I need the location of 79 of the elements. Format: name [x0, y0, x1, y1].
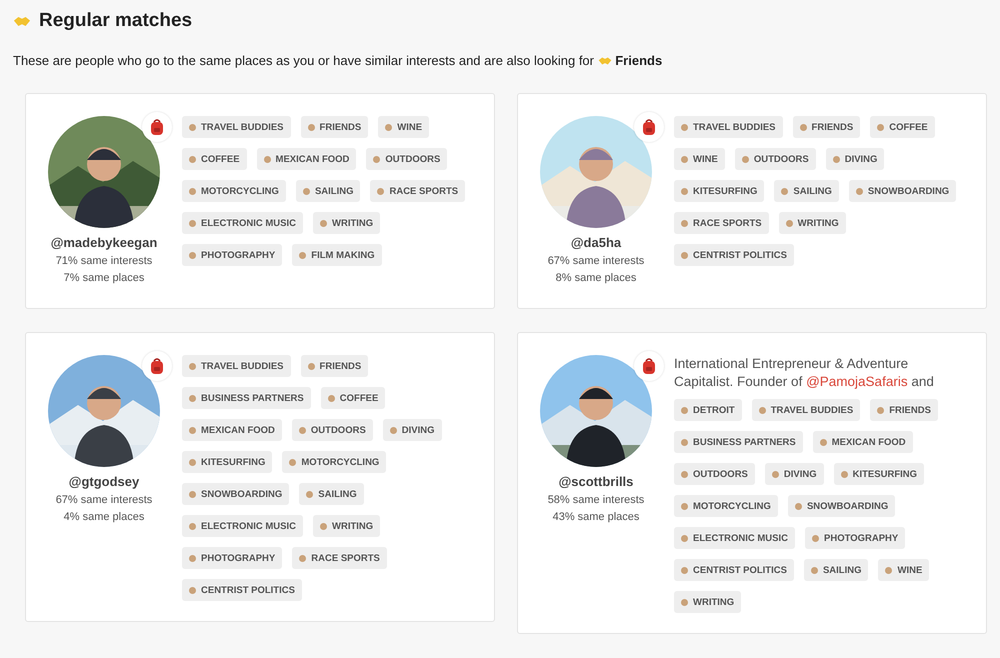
- interest-tag[interactable]: DETROIT: [674, 399, 742, 421]
- backpack-icon: [142, 351, 172, 381]
- username[interactable]: @madebykeegan: [50, 235, 158, 250]
- backpack-icon: [634, 112, 664, 142]
- interest-tag[interactable]: MEXICAN FOOD: [812, 431, 913, 453]
- interest-tag[interactable]: COFFEE: [320, 387, 386, 409]
- interest-tag[interactable]: COFFEE: [870, 116, 935, 138]
- interest-tag[interactable]: DIVING: [826, 148, 884, 170]
- profile-link[interactable]: @PamojaSafaris: [806, 374, 908, 389]
- backpack-icon: [634, 351, 664, 381]
- interest-tag[interactable]: ELECTRONIC MUSIC: [182, 515, 303, 537]
- interest-tag[interactable]: SNOWBOARDING: [788, 495, 896, 517]
- interest-tag[interactable]: CENTRIST POLITICS: [674, 244, 794, 266]
- interest-tag[interactable]: WINE: [674, 148, 725, 170]
- interest-tag[interactable]: SNOWBOARDING: [182, 483, 290, 505]
- interest-tag[interactable]: COFFEE: [182, 148, 247, 170]
- interest-tag[interactable]: FRIENDS: [300, 116, 368, 138]
- username[interactable]: @da5ha: [570, 235, 622, 250]
- places-stat: 8% same places: [556, 272, 636, 284]
- interest-tag[interactable]: RACE SPORTS: [292, 547, 387, 569]
- interest-tag[interactable]: RACE SPORTS: [674, 212, 769, 234]
- interest-tag[interactable]: MOTORCYCLING: [182, 180, 286, 202]
- interest-tag[interactable]: MEXICAN FOOD: [256, 148, 356, 170]
- interest-tag[interactable]: DIVING: [382, 419, 442, 441]
- interest-tag[interactable]: ELECTRONIC MUSIC: [182, 212, 303, 234]
- interest-tag[interactable]: WINE: [378, 116, 430, 138]
- interest-tag[interactable]: RACE SPORTS: [370, 180, 466, 202]
- interests-stat: 67% same interests: [548, 255, 644, 267]
- interest-tag[interactable]: OUTDOORS: [366, 148, 448, 170]
- username[interactable]: @gtgodsey: [68, 474, 140, 489]
- section-description: These are people who go to the same places as you or have similar interests and are also looking for Friends: [13, 53, 664, 68]
- interest-tag[interactable]: TRAVEL BUDDIES: [674, 116, 783, 138]
- interest-tag[interactable]: FRIENDS: [792, 116, 860, 138]
- backpack-icon: [142, 112, 172, 142]
- places-stat: 43% same places: [552, 511, 640, 523]
- interest-tag[interactable]: KITESURFING: [674, 180, 764, 202]
- interests-stat: 71% same interests: [56, 255, 152, 267]
- interest-tag[interactable]: TRAVEL BUDDIES: [752, 399, 860, 421]
- interest-tag[interactable]: OUTDOORS: [674, 463, 755, 485]
- interest-tag[interactable]: PHOTOGRAPHY: [805, 527, 906, 549]
- section-title: Regular matches: [39, 10, 192, 32]
- interest-tag[interactable]: MEXICAN FOOD: [182, 419, 282, 441]
- interest-tag[interactable]: BUSINESS PARTNERS: [182, 387, 311, 409]
- interest-tag[interactable]: BUSINESS PARTNERS: [674, 431, 803, 453]
- interest-tag[interactable]: CENTRIST POLITICS: [182, 579, 302, 601]
- interest-tag[interactable]: ELECTRONIC MUSIC: [674, 527, 795, 549]
- interest-tag[interactable]: FRIENDS: [300, 355, 368, 377]
- username[interactable]: @scottbrills: [558, 474, 634, 489]
- interest-tag[interactable]: MOTORCYCLING: [674, 495, 778, 517]
- interest-tag[interactable]: WINE: [878, 559, 930, 581]
- places-stat: 4% same places: [64, 511, 144, 523]
- interest-tag[interactable]: SAILING: [804, 559, 868, 581]
- interest-tag[interactable]: PHOTOGRAPHY: [182, 244, 282, 266]
- interest-tag[interactable]: PHOTOGRAPHY: [182, 547, 282, 569]
- interest-tag[interactable]: WRITING: [778, 212, 846, 234]
- interest-tag[interactable]: OUTDOORS: [292, 419, 373, 441]
- interest-tag[interactable]: SAILING: [296, 180, 360, 202]
- interest-tag[interactable]: WRITING: [674, 591, 742, 613]
- interest-tag[interactable]: OUTDOORS: [734, 148, 816, 170]
- interest-tag[interactable]: WRITING: [313, 515, 380, 537]
- places-stat: 7% same places: [64, 272, 144, 284]
- interests-stat: 58% same interests: [548, 494, 644, 506]
- interest-tag[interactable]: KITESURFING: [834, 463, 924, 485]
- interests-stat: 67% same interests: [56, 494, 152, 506]
- interest-tag[interactable]: TRAVEL BUDDIES: [182, 355, 291, 377]
- interest-tag[interactable]: TRAVEL BUDDIES: [182, 116, 291, 138]
- interest-tag[interactable]: CENTRIST POLITICS: [674, 559, 794, 581]
- interest-tag[interactable]: SNOWBOARDING: [848, 180, 956, 202]
- interest-tag[interactable]: KITESURFING: [182, 451, 272, 473]
- handshake-icon: [13, 14, 31, 28]
- interest-tag[interactable]: FILM MAKING: [292, 244, 382, 266]
- interest-tag[interactable]: SAILING: [299, 483, 364, 505]
- interest-tag[interactable]: WRITING: [313, 212, 380, 234]
- interest-tag[interactable]: SAILING: [774, 180, 839, 202]
- interest-tag[interactable]: FRIENDS: [870, 399, 938, 421]
- interest-tag[interactable]: MOTORCYCLING: [282, 451, 386, 473]
- bio-text: International Entrepreneur & Adventure Capitalist. Founder of @PamojaSafaris and: [674, 355, 935, 391]
- interest-tag[interactable]: DIVING: [764, 463, 824, 485]
- handshake-icon: [598, 56, 612, 66]
